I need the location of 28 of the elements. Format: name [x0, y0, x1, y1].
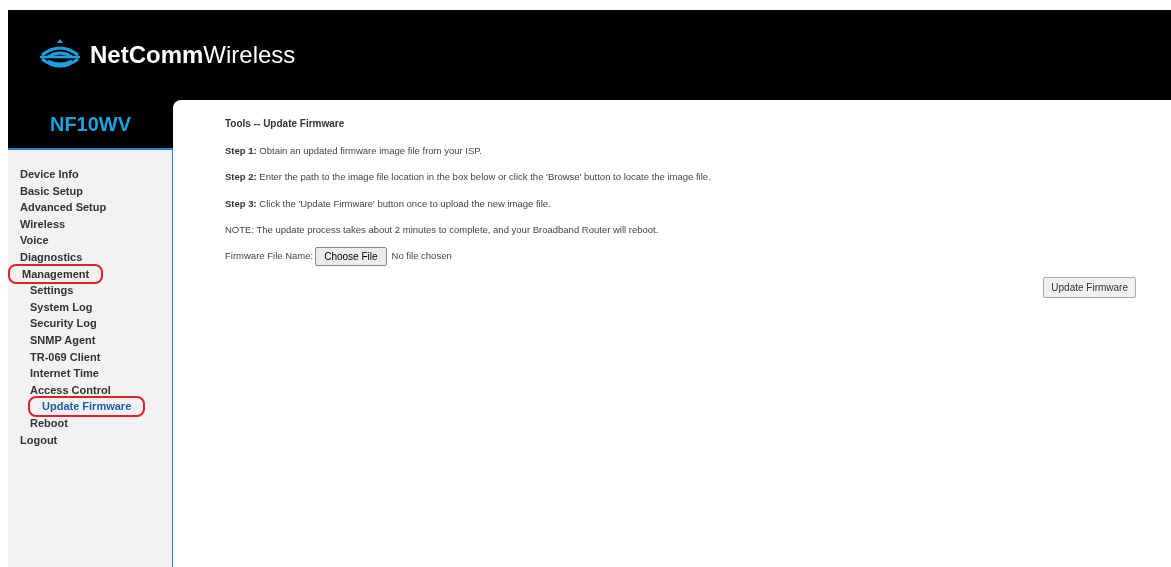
nav-link[interactable]: System Log [30, 298, 93, 316]
nav-link[interactable]: TR-069 Client [30, 348, 101, 366]
field-label: Firmware File Name: [225, 249, 314, 264]
nav-link[interactable]: Basic Setup [20, 182, 83, 200]
file-status: No file chosen [391, 249, 452, 264]
nav-link[interactable]: Management [10, 265, 102, 283]
update-firmware-button[interactable]: Update Firmware [1043, 277, 1136, 298]
nav-link[interactable]: SNMP Agent [30, 331, 96, 349]
nav-link[interactable]: Internet Time [30, 365, 99, 382]
page-title: Tools -- Update Firmware [225, 117, 346, 131]
model-name: NF10WV [49, 112, 132, 137]
nav-link[interactable]: Update Firmware [30, 398, 144, 415]
nav-link[interactable]: Voice [20, 232, 49, 249]
note-text: NOTE: The update process takes about 2 minutes to complete, and your Broadband Router will reboot. [225, 222, 660, 237]
nav-link[interactable]: Wireless [20, 215, 66, 233]
nav-link[interactable]: Security Log [30, 315, 97, 332]
nav-link[interactable]: Logout [20, 431, 58, 449]
nav-link[interactable]: Advanced Setup [20, 199, 107, 216]
choose-file-button[interactable]: Choose File [315, 247, 387, 266]
nav-link[interactable]: Settings [30, 282, 74, 299]
nav-link[interactable]: Reboot [30, 414, 68, 432]
step-text: Step 3: Click the 'Update Firmware' button once to upload the new image file. [225, 196, 552, 211]
step-text: Step 2: Enter the path to the image file location in the box below or click the 'Browse' button to locate the image file. [225, 170, 712, 185]
nav-link[interactable]: Diagnostics [20, 248, 83, 266]
nav-link[interactable]: Device Info [20, 166, 79, 183]
step-text: Step 1: Obtain an updated firmware image file from your ISP. [225, 144, 483, 158]
nav-link[interactable]: Access Control [30, 381, 111, 399]
brand-logo-text: NetCommWireless [90, 40, 296, 70]
